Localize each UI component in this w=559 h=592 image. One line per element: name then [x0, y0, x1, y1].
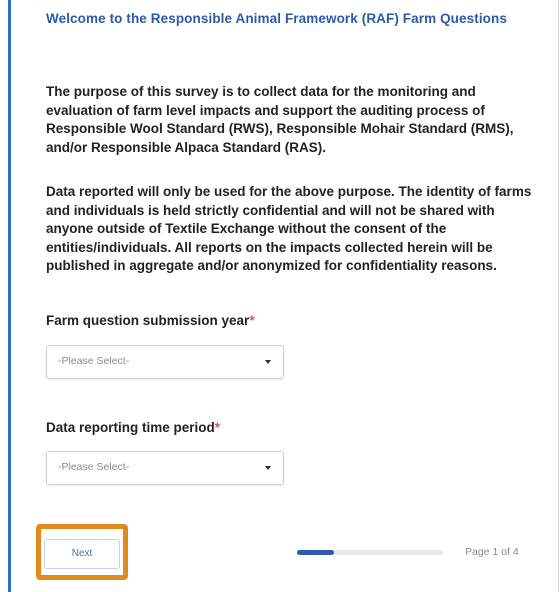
- left-accent-bar: [8, 0, 11, 592]
- reporting-period-label: Data reporting time period*: [46, 420, 220, 435]
- reporting-period-selected-value: -Please Select-: [58, 461, 130, 473]
- survey-title: Welcome to the Responsible Animal Framew…: [46, 11, 507, 26]
- chevron-down-icon: [265, 466, 271, 470]
- submission-year-select[interactable]: -Please Select-: [46, 345, 284, 379]
- reporting-period-select[interactable]: -Please Select-: [46, 451, 284, 485]
- survey-page: Welcome to the Responsible Animal Framew…: [0, 0, 559, 592]
- required-asterisk: *: [214, 420, 221, 435]
- intro-paragraph-confidentiality: Data reported will only be used for the …: [46, 184, 532, 273]
- submission-year-selected-value: -Please Select-: [58, 355, 130, 367]
- required-asterisk: *: [249, 313, 255, 328]
- chevron-down-icon: [265, 360, 271, 364]
- page-indicator: Page 1 of 4: [465, 546, 519, 558]
- reporting-period-label-text: Data reporting time period: [46, 420, 215, 435]
- progress-bar-fill: [297, 550, 334, 555]
- progress-bar: [297, 550, 443, 555]
- next-button[interactable]: Next: [44, 539, 120, 569]
- submission-year-label-text: Farm question submission year: [46, 313, 250, 328]
- intro-paragraph-purpose: The purpose of this survey is to collect…: [46, 84, 514, 155]
- submission-year-label: Farm question submission year*: [46, 313, 255, 328]
